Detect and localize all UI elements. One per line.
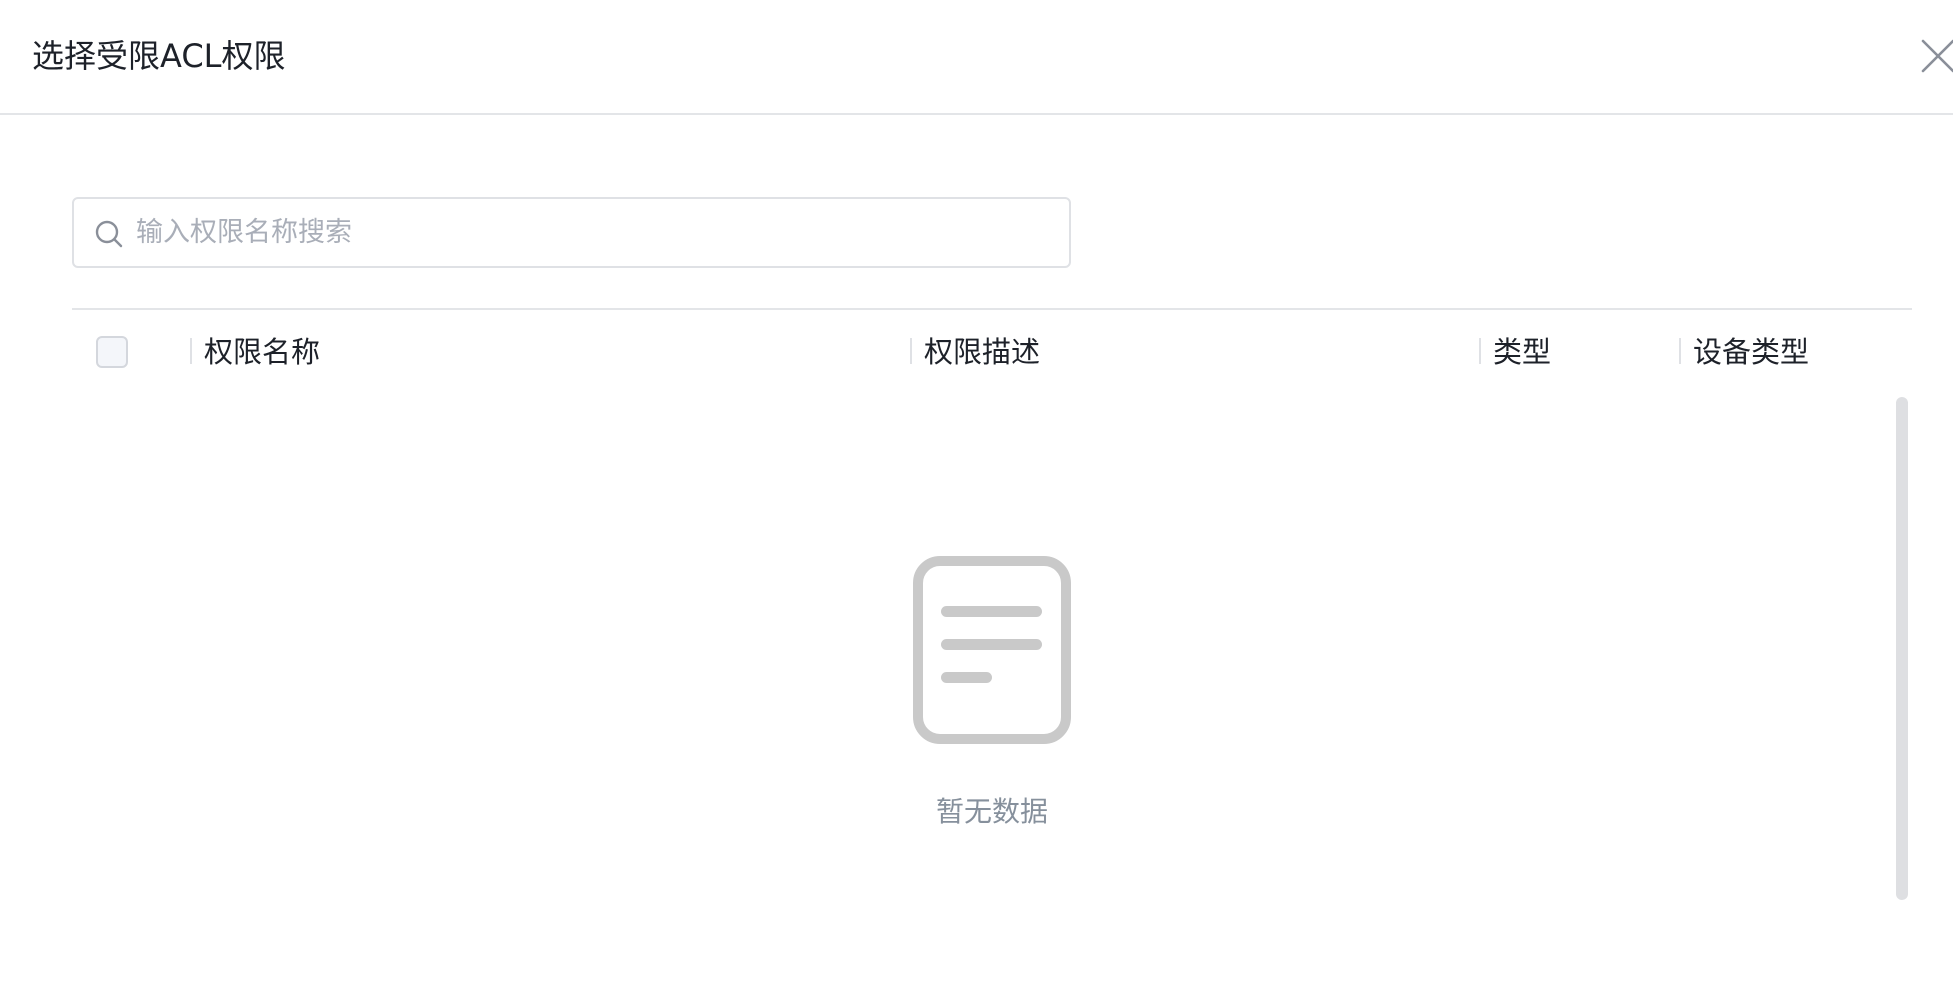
column-label: 权限名称 (204, 335, 321, 369)
select-all-checkbox[interactable] (96, 336, 128, 368)
column-separator (190, 338, 192, 364)
column-label: 权限描述 (924, 335, 1041, 369)
search-input[interactable] (136, 207, 1036, 258)
search-icon (94, 219, 124, 249)
column-separator (910, 338, 912, 364)
column-header-type[interactable]: 类型 (1479, 310, 1679, 395)
close-button[interactable] (1918, 36, 1953, 76)
column-label: 设备类型 (1693, 335, 1810, 369)
dialog-title: 选择受限ACL权限 (32, 37, 286, 75)
column-separator (1479, 338, 1481, 364)
close-icon (1921, 39, 1953, 73)
column-header-permission-name[interactable]: 权限名称 (190, 310, 910, 395)
dialog-header: 选择受限ACL权限 (0, 0, 1953, 115)
column-separator (1679, 338, 1681, 364)
acl-permission-dialog: 选择受限ACL权限 权限名称 权限描述 类 (0, 0, 1953, 983)
table-scrollbar[interactable] (1896, 397, 1908, 900)
empty-state-text: 暂无数据 (935, 795, 1048, 828)
column-header-device-type[interactable]: 设备类型 (1679, 310, 1912, 395)
empty-document-icon (912, 555, 1072, 745)
column-header-permission-description[interactable]: 权限描述 (910, 310, 1479, 395)
column-label: 类型 (1493, 335, 1552, 369)
search-box[interactable] (72, 197, 1071, 268)
table-header: 权限名称 权限描述 类型 设备类型 (72, 310, 1912, 395)
